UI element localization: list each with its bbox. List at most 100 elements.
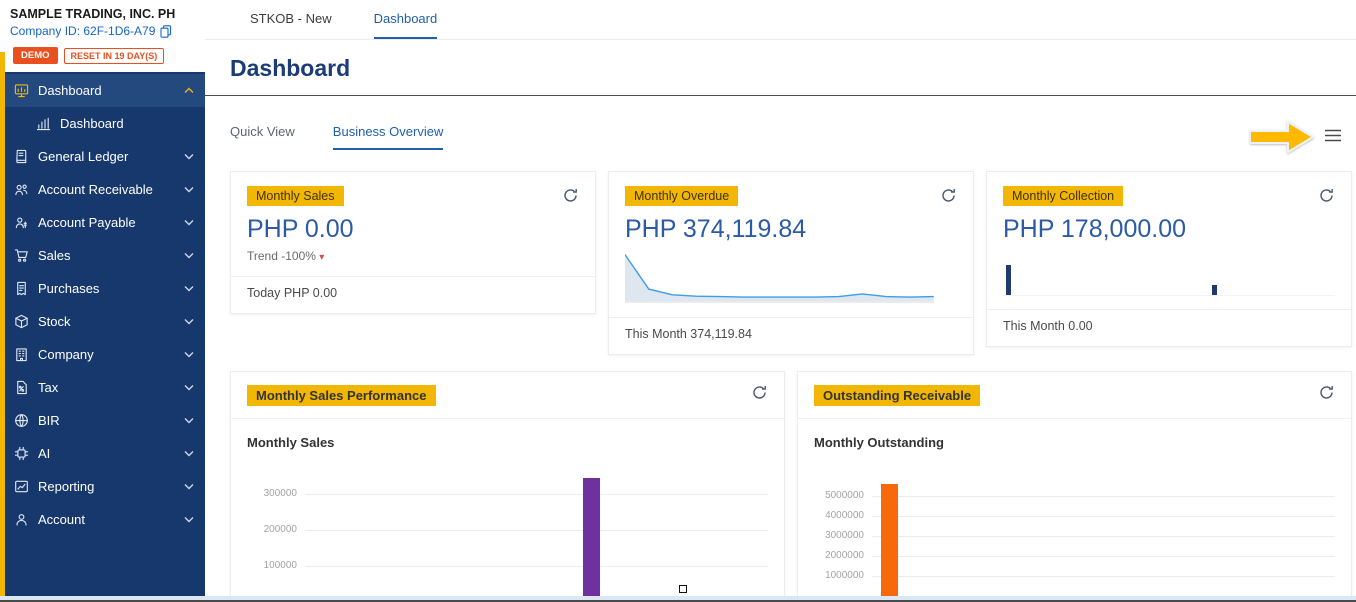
dashboard-icon bbox=[14, 83, 29, 98]
chevron-down-icon bbox=[184, 417, 194, 424]
sidebar-item-account[interactable]: Account bbox=[0, 503, 205, 536]
chart-bar bbox=[1006, 264, 1012, 295]
chart-bar bbox=[1212, 284, 1218, 295]
monthly-sales-performance-card: Monthly Sales Performance Monthly Sales … bbox=[230, 371, 785, 602]
sidebar-item-label: BIR bbox=[38, 413, 60, 428]
sales-icon bbox=[14, 248, 29, 263]
chevron-down-icon bbox=[184, 219, 194, 226]
sidebar-item-label: General Ledger bbox=[38, 149, 129, 164]
main-area: STKOB - New Dashboard Dashboard Quick Vi… bbox=[205, 0, 1356, 602]
demo-badge: DEMO bbox=[13, 47, 58, 64]
y-axis-tick-label: 3000000 bbox=[825, 530, 864, 541]
metric-cards-row: Monthly Sales PHP 0.00 Trend -100% ▾ Tod… bbox=[230, 171, 1352, 355]
page-title: Dashboard bbox=[230, 55, 351, 81]
ai-icon bbox=[14, 446, 29, 461]
reporting-icon bbox=[14, 479, 29, 494]
gridline bbox=[872, 536, 1335, 537]
chart-card-header: Outstanding Receivable bbox=[798, 372, 1351, 419]
series-label: Monthly Outstanding bbox=[814, 435, 944, 450]
sidebar-item-account-payable[interactable]: Account Payable bbox=[0, 206, 205, 239]
y-axis-tick-label: 300000 bbox=[263, 488, 297, 499]
selection-handle[interactable] bbox=[679, 585, 687, 593]
charts-row: Monthly Sales Performance Monthly Sales … bbox=[230, 371, 1352, 602]
monthly-sales-card: Monthly Sales PHP 0.00 Trend -100% ▾ Tod… bbox=[230, 171, 596, 314]
sparkline-svg bbox=[625, 252, 934, 304]
chevron-up-icon bbox=[184, 87, 194, 94]
tax-icon bbox=[14, 380, 29, 395]
overdue-sparkline-chart bbox=[625, 252, 957, 304]
refresh-icon[interactable] bbox=[562, 187, 579, 209]
chart-card-header: Monthly Sales Performance bbox=[231, 372, 784, 419]
chart-title-chip: Outstanding Receivable bbox=[814, 384, 981, 406]
trend-row: Trend -100% ▾ bbox=[247, 249, 579, 263]
y-axis-tick-label: 1000000 bbox=[825, 570, 864, 581]
bir-icon bbox=[14, 413, 29, 428]
chevron-down-icon bbox=[184, 483, 194, 490]
card-value: PHP 178,000.00 bbox=[1003, 215, 1187, 243]
series-label: Monthly Sales bbox=[247, 435, 335, 450]
sidebar-item-general-ledger[interactable]: General Ledger bbox=[0, 140, 205, 173]
tab-dashboard-top[interactable]: Dashboard bbox=[373, 0, 438, 39]
chevron-down-icon bbox=[184, 384, 194, 391]
gridline bbox=[872, 516, 1335, 517]
card-value: PHP 374,119.84 bbox=[625, 215, 807, 243]
card-title-chip: Monthly Collection bbox=[1003, 186, 1124, 206]
chevron-down-icon bbox=[184, 516, 194, 523]
sidebar-item-account-receivable[interactable]: Account Receivable bbox=[0, 173, 205, 206]
reset-badge: RESET IN 19 DAY(S) bbox=[63, 47, 165, 64]
refresh-icon[interactable] bbox=[1318, 384, 1335, 406]
y-axis-tick-label: 4000000 bbox=[825, 510, 864, 521]
app-root: SAMPLE TRADING, INC. PH Company ID: 62F-… bbox=[0, 0, 1356, 602]
account-icon bbox=[14, 512, 29, 527]
gridline bbox=[305, 566, 768, 567]
chart-bar bbox=[881, 484, 899, 596]
card-title-chip: Monthly Overdue bbox=[625, 186, 739, 206]
tab-quick-view[interactable]: Quick View bbox=[230, 124, 295, 150]
badges-row: DEMO RESET IN 19 DAY(S) bbox=[0, 41, 205, 72]
monthly-collection-card: Monthly Collection PHP 178,000.00 This M… bbox=[986, 171, 1352, 347]
company-icon bbox=[14, 347, 29, 362]
refresh-icon[interactable] bbox=[940, 187, 957, 209]
chevron-down-icon bbox=[184, 351, 194, 358]
sidebar-item-label: Account Receivable bbox=[38, 182, 153, 197]
sidebar-item-label: Purchases bbox=[38, 281, 100, 296]
gridline bbox=[872, 576, 1335, 577]
sidebar-item-stock[interactable]: Stock bbox=[0, 305, 205, 338]
sidebar-item-dashboard[interactable]: Dashboard bbox=[0, 74, 205, 107]
monthly-overdue-card: Monthly Overdue PHP 374,119.84 This Mont… bbox=[608, 171, 974, 355]
tab-stkob-new[interactable]: STKOB - New bbox=[250, 0, 332, 39]
sidebar-item-label: Reporting bbox=[38, 479, 95, 494]
view-area: Quick View Business Overview Monthly Sal… bbox=[205, 120, 1356, 602]
card-footer: Today PHP 0.00 bbox=[247, 286, 338, 300]
sidebar-item-sales[interactable]: Sales bbox=[0, 239, 205, 272]
company-id: Company ID: 62F-1D6-A79 bbox=[10, 24, 156, 38]
outstanding-receivable-chart: 1000000 2000000 3000000 4000000 5000000 bbox=[825, 476, 1335, 596]
sidebar-item-tax[interactable]: Tax bbox=[0, 371, 205, 404]
sidebar-item-reporting[interactable]: Reporting bbox=[0, 470, 205, 503]
sidebar-item-label: Sales bbox=[38, 248, 71, 263]
view-tabs: Quick View Business Overview bbox=[230, 120, 1352, 157]
hamburger-menu-icon[interactable] bbox=[1324, 129, 1342, 147]
refresh-icon[interactable] bbox=[751, 384, 768, 406]
card-value: PHP 0.00 bbox=[247, 215, 354, 243]
gridline bbox=[305, 530, 768, 531]
tab-business-overview[interactable]: Business Overview bbox=[332, 124, 444, 150]
gridline bbox=[305, 494, 768, 495]
sidebar-item-purchases[interactable]: Purchases bbox=[0, 272, 205, 305]
sidebar-accent-stripe bbox=[0, 52, 5, 596]
sidebar-item-company[interactable]: Company bbox=[0, 338, 205, 371]
bottom-strip bbox=[0, 596, 1356, 602]
y-axis-tick-label: 100000 bbox=[263, 560, 297, 571]
refresh-icon[interactable] bbox=[1318, 187, 1335, 209]
sidebar-item-dashboard-sub[interactable]: Dashboard bbox=[0, 107, 205, 140]
sidebar-item-ai[interactable]: AI bbox=[0, 437, 205, 470]
sidebar-item-label: Account Payable bbox=[38, 215, 136, 230]
y-axis-tick-label: 2000000 bbox=[825, 550, 864, 561]
card-footer: This Month 374,119.84 bbox=[625, 327, 752, 341]
sidebar-item-bir[interactable]: BIR bbox=[0, 404, 205, 437]
trend-label: Trend -100% bbox=[247, 249, 316, 263]
copy-icon[interactable] bbox=[160, 24, 172, 38]
card-footer: This Month 0.00 bbox=[1003, 319, 1093, 333]
chart-icon bbox=[36, 116, 51, 131]
sidebar-item-label: AI bbox=[38, 446, 51, 461]
